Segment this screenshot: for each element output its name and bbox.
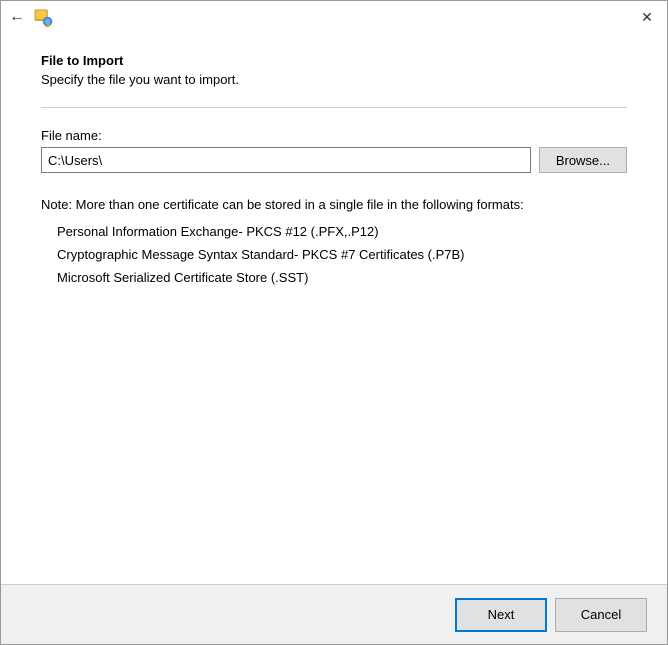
input-row: Browse... — [41, 147, 627, 173]
next-button[interactable]: Next — [455, 598, 547, 632]
footer: Next Cancel — [1, 584, 667, 644]
format-list: Personal Information Exchange- PKCS #12 … — [41, 224, 627, 285]
main-content: File to Import Specify the file you want… — [1, 33, 667, 584]
list-item: Personal Information Exchange- PKCS #12 … — [57, 224, 627, 239]
section-title: File to Import — [41, 53, 627, 68]
file-name-input[interactable] — [41, 147, 531, 173]
file-form-group: File name: Browse... — [41, 128, 627, 173]
list-item: Cryptographic Message Syntax Standard- P… — [57, 247, 627, 262]
title-bar: ← ✕ — [1, 1, 667, 33]
cancel-button[interactable]: Cancel — [555, 598, 647, 632]
browse-button[interactable]: Browse... — [539, 147, 627, 173]
wizard-window: ← ✕ File to Import Specify the file you … — [0, 0, 668, 645]
note-text: Note: More than one certificate can be s… — [41, 197, 627, 212]
close-button[interactable]: ✕ — [635, 5, 659, 29]
back-button[interactable]: ← — [9, 9, 25, 25]
file-label: File name: — [41, 128, 627, 143]
divider — [41, 107, 627, 108]
list-item: Microsoft Serialized Certificate Store (… — [57, 270, 627, 285]
section-header: File to Import Specify the file you want… — [41, 53, 627, 87]
title-bar-left: ← — [9, 7, 53, 27]
note-section: Note: More than one certificate can be s… — [41, 197, 627, 293]
section-subtitle: Specify the file you want to import. — [41, 72, 627, 87]
cert-icon — [33, 7, 53, 27]
